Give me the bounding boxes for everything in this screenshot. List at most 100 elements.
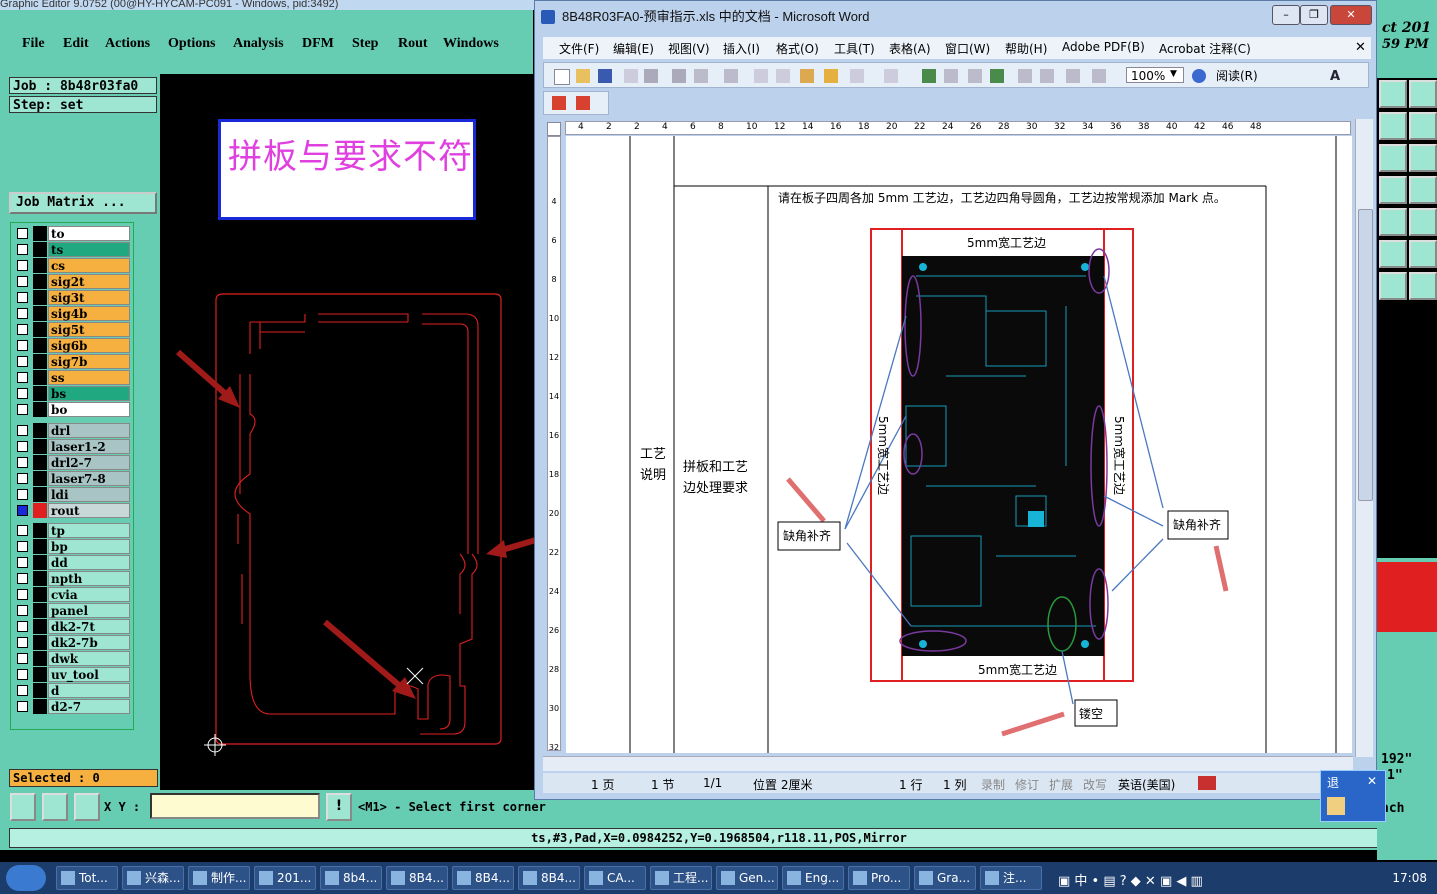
layer-name[interactable]: dk2-7b [48,635,130,650]
layer-name[interactable]: panel [48,603,130,618]
layer-row-sig4b[interactable]: sig4b [13,306,130,321]
layer-row-drl2-7[interactable]: drl2-7 [13,455,130,470]
layer-row-bo[interactable]: bo [13,402,130,417]
taskbar-item[interactable]: CA... [584,866,646,890]
layer-checkbox[interactable] [17,653,28,664]
layer-checkbox[interactable] [17,589,28,600]
layer-checkbox[interactable] [17,228,28,239]
layer-checkbox[interactable] [17,372,28,383]
menu-dfm[interactable]: DFM [302,36,334,52]
close-button[interactable]: ✕ [1330,5,1372,25]
restore-button[interactable]: ❐ [1300,5,1328,25]
word-menu-insert[interactable]: 插入(I) [723,40,760,57]
tool-button[interactable] [1379,176,1407,204]
word-menu-window[interactable]: 窗口(W) [945,40,990,57]
layer-checkbox[interactable] [17,637,28,648]
ime-pen-icon[interactable] [1327,797,1345,815]
status-ovr[interactable]: 改写 [1083,776,1107,793]
zoom-tool-button[interactable] [10,793,36,821]
vertical-scrollbar[interactable] [1355,119,1373,757]
layer-checkbox[interactable] [17,388,28,399]
taskbar-item[interactable]: Tot... [56,866,118,890]
layer-row-dwk[interactable]: dwk [13,651,130,666]
layer-name[interactable]: sig7b [48,354,130,369]
layer-row-ldi[interactable]: ldi [13,487,130,502]
tool-button[interactable] [1379,144,1407,172]
layer-row-rout[interactable]: rout [13,503,130,518]
layer-row-laser7-8[interactable]: laser7-8 [13,471,130,486]
layer-name[interactable]: dwk [48,651,130,666]
layer-name[interactable]: to [48,226,130,241]
copy-icon[interactable] [776,69,790,83]
layer-name[interactable]: ldi [48,487,130,502]
layer-name[interactable]: tp [48,523,130,538]
tool-button[interactable] [1409,240,1437,268]
paste-icon[interactable] [800,69,814,83]
taskbar-item[interactable]: Eng... [782,866,844,890]
layer-row-drl[interactable]: drl [13,423,130,438]
document-map-icon[interactable] [1066,69,1080,83]
measure-tool-button[interactable] [42,793,68,821]
tool-button[interactable] [1379,240,1407,268]
doc-close-icon[interactable]: ✕ [1355,40,1366,55]
layer-row-sig5t[interactable]: sig5t [13,322,130,337]
taskbar-item[interactable]: 8B4... [452,866,514,890]
system-tray-icons[interactable]: ▣ 中 • ▤ ? ◆ ✕ ▣ ◀ ▥ [1058,870,1203,889]
tool-button[interactable] [1409,272,1437,300]
layer-checkbox[interactable] [17,685,28,696]
spelling-status-icon[interactable] [1198,776,1216,790]
layer-checkbox[interactable] [17,308,28,319]
tool-button[interactable] [1379,208,1407,236]
layer-row-dk2-7b[interactable]: dk2-7b [13,635,130,650]
layer-row-tp[interactable]: tp [13,523,130,538]
permission-icon[interactable] [624,69,638,83]
layer-row-d2-7[interactable]: d2-7 [13,699,130,714]
menu-rout[interactable]: Rout [398,36,428,52]
exclamation-button[interactable]: ! [326,793,352,821]
insert-table-icon[interactable] [968,69,982,83]
layer-row-laser1-2[interactable]: laser1-2 [13,439,130,454]
layer-name[interactable]: sig2t [48,274,130,289]
new-doc-icon[interactable] [554,69,570,85]
tool-button[interactable] [1379,80,1407,108]
research-icon[interactable] [724,69,738,83]
layer-checkbox[interactable] [17,324,28,335]
xy-input[interactable] [150,793,320,819]
columns-icon[interactable] [1018,69,1032,83]
layer-checkbox[interactable] [17,557,28,568]
scroll-thumb[interactable] [1358,209,1373,501]
layer-name[interactable]: npth [48,571,130,586]
layer-name[interactable]: uv_tool [48,667,130,682]
word-menu-adobe-pdf[interactable]: Adobe PDF(B) [1062,40,1145,54]
status-trk[interactable]: 修订 [1015,776,1039,793]
menu-file[interactable]: File [22,36,45,52]
word-menu-view[interactable]: 视图(V) [668,40,710,57]
layer-row-uv-tool[interactable]: uv_tool [13,667,130,682]
hyperlink-icon[interactable] [922,69,936,83]
layer-checkbox[interactable] [17,260,28,271]
layer-name[interactable]: d2-7 [48,699,130,714]
insert-excel-icon[interactable] [990,69,1004,83]
undo-icon[interactable] [850,69,864,83]
tool-button[interactable] [1409,176,1437,204]
layer-row-bs[interactable]: bs [13,386,130,401]
layer-name[interactable]: bp [48,539,130,554]
redo-icon[interactable] [884,69,898,83]
layer-name[interactable]: drl [48,423,130,438]
layer-name[interactable]: rout [48,503,130,518]
layer-row-sig3t[interactable]: sig3t [13,290,130,305]
word-menu-tools[interactable]: 工具(T) [834,40,875,57]
layer-checkbox[interactable] [17,292,28,303]
tool-button[interactable] [1409,144,1437,172]
layer-row-ss[interactable]: ss [13,370,130,385]
layer-row-dd[interactable]: dd [13,555,130,570]
layer-row-sig2t[interactable]: sig2t [13,274,130,289]
status-rec[interactable]: 录制 [981,776,1005,793]
status-ext[interactable]: 扩展 [1049,776,1073,793]
layer-checkbox[interactable] [17,505,28,516]
layer-row-sig6b[interactable]: sig6b [13,338,130,353]
layer-checkbox[interactable] [17,441,28,452]
taskbar-item[interactable]: 8B4... [386,866,448,890]
layer-name[interactable]: d [48,683,130,698]
horizontal-scrollbar[interactable] [543,756,1353,771]
